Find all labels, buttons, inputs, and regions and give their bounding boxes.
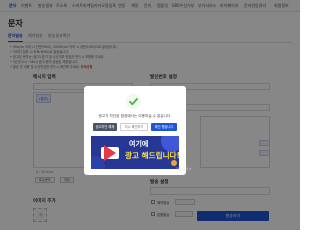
ad-close-link[interactable]: 광고 닫기 ✕ bbox=[176, 167, 191, 171]
confirm-button[interactable]: 확인 했습니다 bbox=[151, 123, 177, 131]
ad-headline-highlight: 광고 해드립니다! bbox=[125, 151, 179, 160]
ad-headline: 여기에 bbox=[129, 140, 149, 148]
check-icon bbox=[126, 94, 141, 109]
modal-message: 광고가 차단된 환경에서는 이용하실 수 없습니다. bbox=[98, 114, 172, 118]
ad-banner[interactable]: 여기에 광고 해드립니다! bbox=[91, 136, 179, 169]
disable-adblock-button[interactable]: 광고차단 해제 bbox=[93, 123, 117, 131]
recheck-button[interactable]: 다시 확인하기 bbox=[120, 123, 148, 131]
adblock-modal: 광고가 차단된 환경에서는 이용하실 수 없습니다. 광고차단 해제 다시 확인… bbox=[84, 86, 186, 175]
megaphone-cone-icon bbox=[104, 145, 116, 161]
